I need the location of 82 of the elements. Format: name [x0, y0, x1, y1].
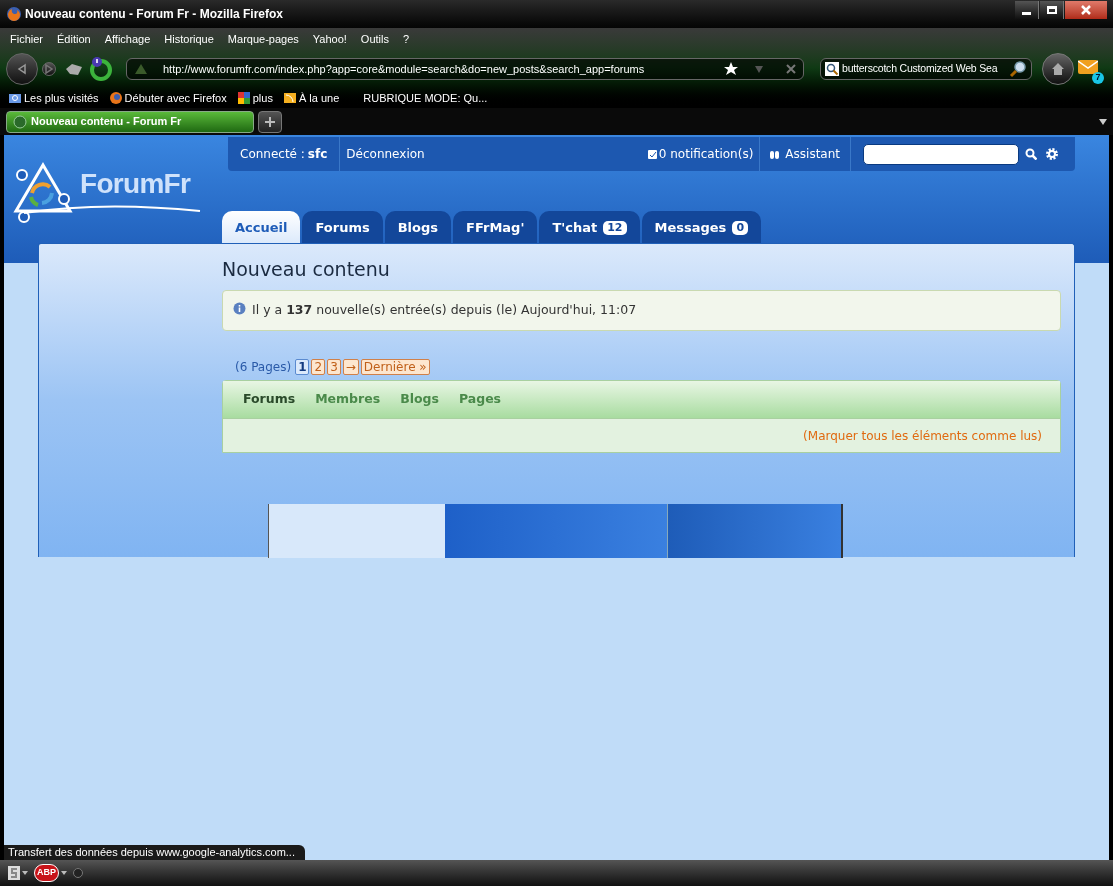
search-field[interactable]: butterscotch Customized Web Sea	[820, 58, 1032, 80]
window-title: Nouveau contenu - Forum Fr - Mozilla Firefox	[25, 6, 283, 23]
logo-text: ForumFr	[80, 169, 191, 199]
close-icon	[1080, 5, 1092, 15]
notification-icon	[647, 149, 657, 159]
bookmark-item[interactable]: Débuter avec Firefox	[124, 89, 227, 107]
page-count: (6 Pages)	[235, 359, 292, 376]
menu-item[interactable]: Fichier	[10, 30, 43, 48]
menu-item[interactable]: Outils	[360, 30, 389, 48]
plus-icon	[264, 115, 276, 128]
adblock-button[interactable]: ABP	[34, 864, 59, 882]
info-icon	[233, 302, 246, 315]
dropdown-icon	[61, 871, 67, 875]
notifications-link[interactable]: 0 notification(s)	[658, 145, 754, 163]
menu-item[interactable]: Marque-pages	[227, 30, 299, 48]
settings-icon	[1045, 147, 1059, 161]
bookmark-item[interactable]: À la une	[298, 89, 340, 107]
folder-icon	[8, 91, 22, 105]
page-link[interactable]: 2	[311, 359, 326, 375]
dropdown-icon	[1099, 118, 1107, 125]
info-message: Il y a 137 nouvelle(s) entrée(s) depuis (le) Aujourd'hui, 11:07	[252, 301, 637, 320]
close-icon	[785, 63, 797, 75]
logo-swoosh-icon	[22, 203, 202, 215]
bookmark-item[interactable]: Les plus visités	[24, 89, 99, 107]
status-light-icon	[73, 868, 83, 878]
people-icon	[770, 149, 781, 159]
last-page-link[interactable]: Dernière »	[360, 359, 430, 375]
page-heading: Nouveau contenu	[222, 257, 391, 282]
nav-tab[interactable]: Messages 0	[641, 211, 762, 244]
nav-tab[interactable]: Forums	[302, 211, 383, 244]
search-icon	[1009, 60, 1027, 78]
mail-icon	[1078, 60, 1098, 74]
page-link[interactable]: 1	[295, 359, 310, 375]
search-value: butterscotch Customized Web Sea	[842, 61, 999, 77]
menu-item[interactable]: Historique	[164, 30, 214, 48]
home-icon	[1051, 62, 1065, 76]
star-icon	[723, 61, 739, 77]
menu-item[interactable]: Affichage	[104, 30, 151, 48]
forward-button[interactable]	[42, 62, 56, 76]
menu-item[interactable]: Yahoo!	[312, 30, 347, 48]
back-button[interactable]	[6, 53, 38, 85]
home-button[interactable]	[1042, 53, 1074, 85]
nav-tab[interactable]: FFrMag'	[453, 211, 538, 244]
section-tab[interactable]: Forums	[243, 390, 296, 409]
logout-link[interactable]: Déconnexion	[340, 145, 431, 163]
browser-tab[interactable]: Nouveau contenu - Forum Fr	[6, 110, 254, 133]
page-link[interactable]: 3	[327, 359, 341, 375]
connected-text: Connecté : sfc	[228, 137, 341, 171]
addon-icon	[8, 866, 20, 880]
url-text: http://www.forumfr.com/index.php?app=core&module=search&do=new_posts&search_app=forums	[163, 61, 646, 77]
search-field[interactable]	[863, 143, 1019, 165]
bookmark-item[interactable]: RUBRIQUE MODE: Qu...	[363, 89, 488, 107]
status-message: Transfert des données depuis www.google-analytics.com...	[4, 845, 305, 860]
menu-item[interactable]: ?	[403, 30, 410, 48]
new-tab-button[interactable]	[258, 110, 282, 133]
nav-tab[interactable]: T'chat 12	[539, 211, 640, 244]
notification-badge: 7	[1092, 72, 1104, 84]
dropdown-icon	[753, 63, 765, 75]
site-identity-icon	[133, 62, 149, 76]
forward-icon	[43, 63, 55, 75]
count-badge: 12	[603, 220, 627, 235]
next-page-link[interactable]: →	[342, 359, 359, 375]
close-button[interactable]	[1065, 1, 1107, 19]
maximize-button[interactable]	[1040, 1, 1064, 19]
dropdown-icon	[22, 871, 28, 875]
search-engine-icon	[825, 62, 839, 76]
nav-tab[interactable]: Blogs	[384, 211, 452, 244]
count-badge: 0	[732, 220, 749, 235]
minimize-button[interactable]	[1015, 1, 1039, 19]
feed-icon	[282, 91, 297, 105]
menu-item[interactable]: Édition	[57, 30, 91, 48]
search-icon	[1025, 148, 1037, 160]
firefox-icon	[108, 91, 123, 105]
bookmark-item[interactable]: plus	[252, 89, 273, 107]
assistant-link[interactable]: Assistant	[785, 145, 840, 163]
globe-icon	[13, 114, 27, 129]
google-icon	[236, 91, 251, 105]
address-bar[interactable]: http://www.forumfr.com/index.php?app=core&module=search&do=new_posts&search_app=forums	[126, 58, 804, 80]
back-icon	[16, 63, 28, 75]
firefox-icon	[6, 6, 22, 22]
nav-tab[interactable]: Accueil	[222, 211, 301, 244]
reload-icon	[88, 56, 114, 82]
